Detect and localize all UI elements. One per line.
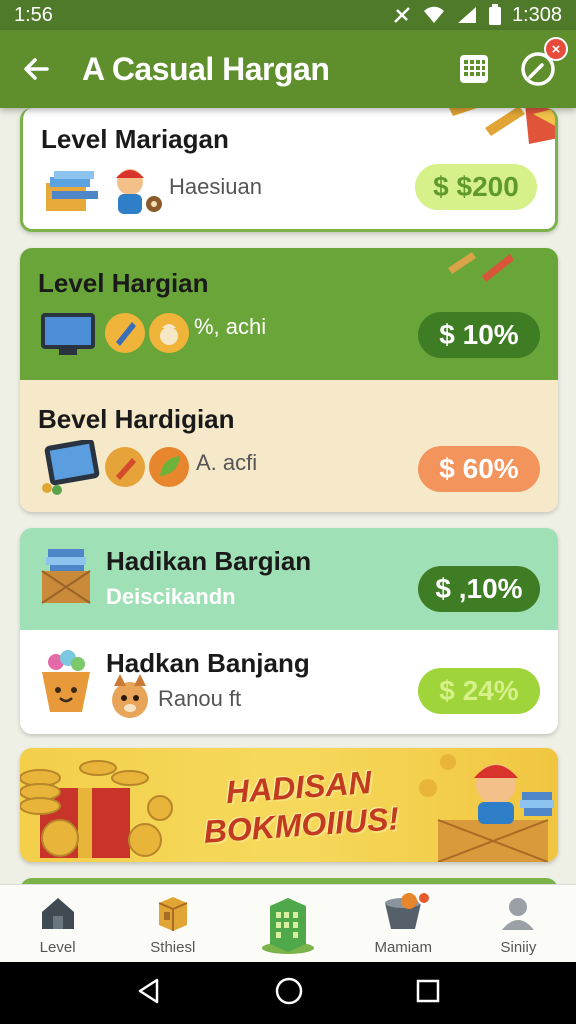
item-subtitle: A. acfi (196, 450, 258, 475)
profile-icon (496, 891, 540, 935)
battery-icon (488, 4, 502, 26)
list-item[interactable]: Hadikan Bargian Deiscikandn $ ,10% (20, 528, 558, 630)
home-icon (36, 891, 80, 935)
cellular-icon (456, 5, 478, 25)
value-pill[interactable]: $ 10% (418, 312, 540, 358)
calendar-button[interactable] (452, 47, 496, 91)
notification-badge[interactable]: × (544, 37, 568, 61)
promo-banner[interactable]: HADISAN BOKMOIIUS! (20, 748, 558, 862)
list-card[interactable]: Level Mariagan Haesiuan $ $200 (20, 108, 558, 232)
wifi-icon (422, 5, 446, 25)
nav-label: Siniiy (500, 939, 537, 956)
item-title: Level Hargian (38, 268, 209, 298)
crate-icon (151, 891, 195, 935)
system-recents-button[interactable] (415, 978, 441, 1009)
item-title: Level Mariagan (41, 124, 229, 154)
crate-books-icon (38, 544, 94, 608)
value-pill[interactable]: $ 60% (418, 446, 540, 492)
nav-item-mamiam[interactable]: Mamiam (346, 885, 461, 962)
system-back-button[interactable] (135, 977, 163, 1010)
item-subtitle: Ranou ft (158, 686, 242, 711)
monitor-icon (38, 310, 98, 358)
list-card[interactable]: Hadikan Bargian Deiscikandn $ ,10% Hadka… (20, 528, 558, 734)
system-nav-bar (0, 962, 576, 1024)
list-item[interactable]: Level Mariagan Haesiuan $ $200 (23, 108, 555, 229)
status-bar: 1:56 1:308 (0, 0, 576, 30)
system-home-button[interactable] (274, 976, 304, 1011)
pencils-decoration-icon (429, 108, 555, 168)
bottom-nav: Level Sthiesl Mamiam Siniiy (0, 884, 576, 962)
compass-button[interactable]: × (516, 37, 568, 91)
pencil-decoration-icon (438, 248, 518, 288)
calendar-icon (460, 55, 488, 83)
back-triangle-icon (139, 978, 159, 1003)
signal-off-icon (392, 5, 412, 25)
tablet-icon (36, 440, 102, 496)
status-time: 1:56 (14, 3, 53, 26)
leaf-coin-icon (148, 446, 190, 488)
nav-label: Mamiam (374, 939, 432, 956)
back-arrow-icon (24, 58, 49, 80)
status-time-right: 1:308 (511, 3, 562, 26)
content-list: Level Mariagan Haesiuan $ $200 Level Har… (0, 108, 576, 884)
item-subtitle: %, achi (194, 314, 267, 339)
worker-mascot-icon (418, 748, 558, 862)
item-subtitle: Deiscikandn (106, 584, 236, 609)
rocket-coin-icon (104, 446, 146, 488)
nav-item-center[interactable] (230, 885, 345, 962)
nav-label: Level (39, 939, 76, 956)
list-item[interactable]: Hadkan Banjang Ranou ft $ 24% (20, 630, 558, 734)
status-icons: 1:308 (392, 4, 562, 27)
value-pill[interactable]: $ ,10% (418, 566, 540, 612)
recents-square-icon (416, 979, 439, 1002)
home-circle-icon (275, 977, 303, 1004)
back-button[interactable] (16, 49, 56, 89)
flower-pot-icon (38, 646, 94, 716)
item-title: Bevel Hardigian (38, 404, 235, 434)
coins-gift-icon (20, 748, 180, 862)
notification-dot (417, 891, 432, 905)
pen-coin-icon (104, 312, 146, 354)
pot-coin-icon (148, 312, 190, 354)
nav-item-siniiy[interactable]: Siniiy (461, 885, 576, 962)
item-title: Hadkan Banjang (106, 648, 310, 678)
list-card[interactable]: Level Hargian %, achi $ 10% Bevel Hardig… (20, 248, 558, 512)
app-title: A Casual Hargan (82, 50, 330, 87)
dog-icon (104, 672, 156, 724)
list-item[interactable]: Level Hargian %, achi $ 10% (20, 248, 558, 380)
promo-text: HADISAN BOKMOIIUS! (178, 760, 423, 853)
nav-item-level[interactable]: Level (0, 885, 115, 962)
value-pill[interactable]: $ $200 (415, 164, 537, 210)
value-pill[interactable]: $ 24% (418, 668, 540, 714)
item-subtitle: Haesiuan (169, 174, 262, 199)
worker-avatar-icon (103, 160, 165, 220)
item-title: Hadikan Bargian (106, 546, 312, 576)
app-bar: A Casual Hargan × (0, 30, 576, 108)
nav-label: Sthiesl (150, 939, 196, 956)
books-icon (41, 166, 101, 218)
list-item[interactable]: Bevel Hardigian A. acfi $ 60% (20, 380, 558, 512)
building-icon (260, 896, 316, 954)
basket-icon (381, 891, 432, 935)
nav-item-sthiesl[interactable]: Sthiesl (115, 885, 230, 962)
